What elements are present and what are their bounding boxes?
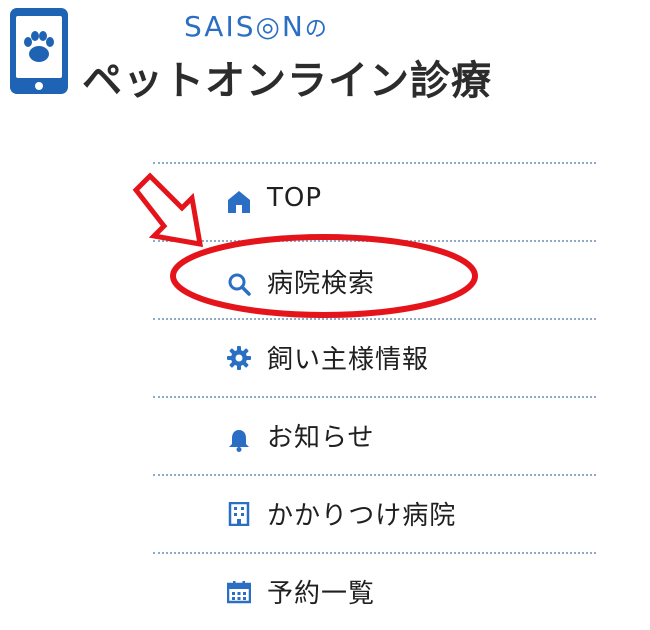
menu-item-label: TOP (267, 183, 323, 213)
menu-item-owner-info[interactable]: 飼い主様情報 (153, 320, 596, 396)
logo-brand: SAIS◎Nの (184, 10, 327, 43)
logo-brand-text: SAIS◎N (184, 10, 305, 43)
menu-item-label: 予約一覧 (267, 579, 376, 609)
logo-brand-suffix: の (304, 17, 327, 42)
menu-item-label: お知らせ (267, 423, 375, 453)
building-icon (228, 502, 250, 526)
logo-title: ペットオンライン診療 (82, 58, 492, 104)
smartphone-paw-icon (10, 8, 68, 94)
menu-item-label: 飼い主様情報 (267, 345, 430, 375)
home-icon (228, 191, 250, 213)
menu-item-reservations[interactable]: 予約一覧 (153, 554, 596, 630)
menu-item-family-hospital[interactable]: かかりつけ病院 (153, 476, 596, 552)
calendar-icon (227, 581, 251, 604)
highlight-ellipse (170, 234, 478, 318)
menu-item-label: かかりつけ病院 (267, 501, 457, 531)
logo[interactable]: SAIS◎Nの ペットオンライン診療 (8, 6, 491, 104)
gear-icon (227, 346, 251, 370)
bell-icon (229, 430, 249, 452)
menu-item-notices[interactable]: お知らせ (153, 398, 596, 474)
menu-item-top[interactable]: TOP (153, 164, 596, 240)
